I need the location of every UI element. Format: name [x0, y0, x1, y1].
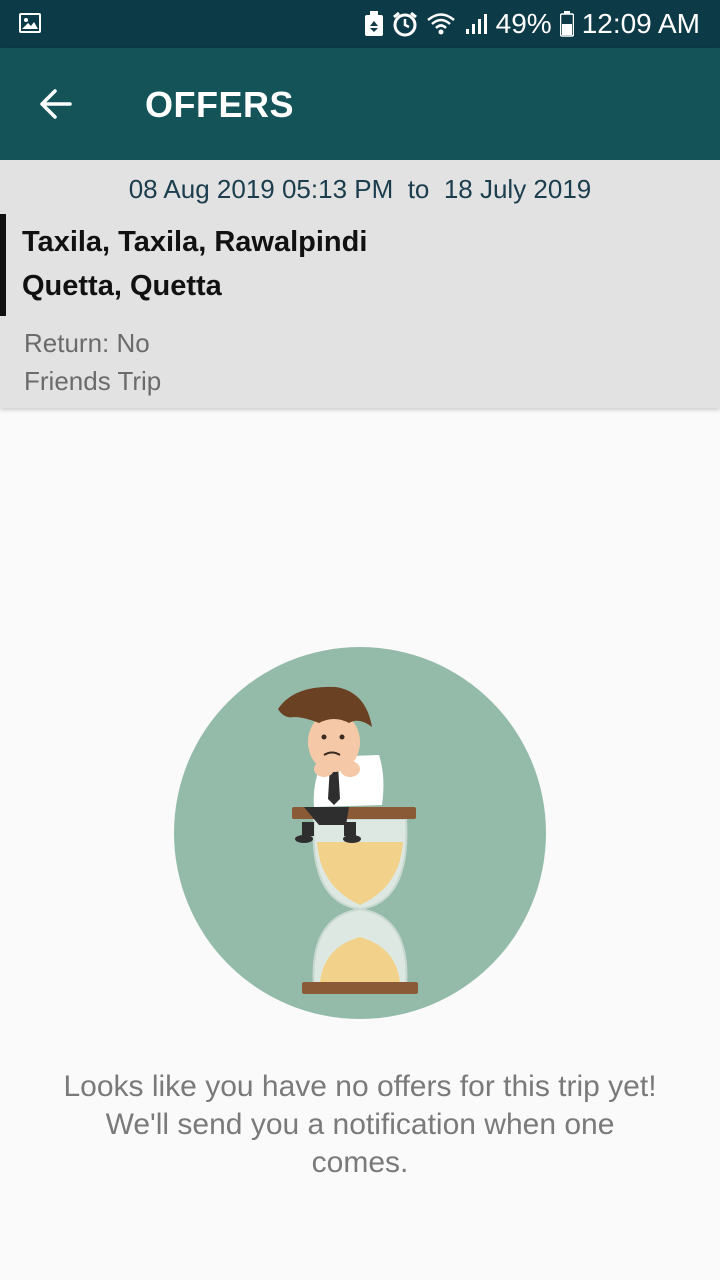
trip-summary-card: 08 Aug 2019 05:13 PM to 18 July 2019 Tax…: [0, 160, 720, 408]
page-title: OFFERS: [145, 84, 295, 125]
route-destination: Quetta, Quetta: [22, 270, 222, 302]
trip-type: Friends Trip: [24, 366, 162, 396]
wifi-icon: [426, 13, 455, 35]
battery-percent: 49%: [495, 8, 552, 39]
back-button[interactable]: [26, 76, 86, 132]
clock: 12:09 AM: [581, 8, 700, 39]
battery-icon: [559, 11, 574, 37]
trip-dates: 08 Aug 2019 05:13 PM to 18 July 2019: [128, 174, 592, 204]
alarm-icon: [392, 11, 417, 37]
return-status: Return: No: [24, 328, 150, 358]
status-bar: 49% 12:09 AM: [0, 0, 720, 48]
status-icons: 49% 12:09 AM: [364, 0, 700, 48]
route-origin: Taxila, Taxila, Rawalpindi: [22, 226, 368, 258]
recycle-icon: [364, 11, 383, 36]
arrow-left-icon: [40, 89, 72, 119]
route-block: Taxila, Taxila, Rawalpindi Quetta, Quett…: [0, 214, 720, 316]
signal-icon: [465, 14, 487, 34]
app-bar: OFFERS: [0, 48, 720, 160]
waiting-illustration: [174, 647, 546, 1019]
gallery-icon: [19, 13, 41, 33]
empty-offers-message: Looks like you have no offers for this t…: [63, 1070, 657, 1179]
